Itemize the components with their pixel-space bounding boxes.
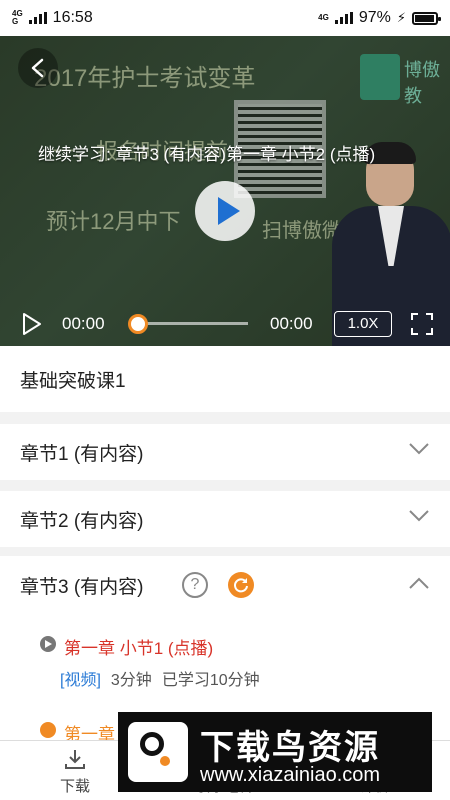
chapter-label: 章节1 (有内容) [20, 443, 144, 465]
chevron-down-icon [409, 443, 429, 455]
playback-speed-button[interactable]: 1.0X [334, 311, 392, 337]
seek-thumb[interactable] [128, 314, 148, 334]
chapter-row-2[interactable]: 章节2 (有内容) [0, 491, 450, 547]
back-button[interactable] [18, 48, 58, 88]
fullscreen-icon[interactable] [410, 312, 434, 336]
tab-download[interactable]: 下载 [30, 747, 120, 796]
chapter-row-1[interactable]: 章节1 (有内容) [0, 424, 450, 480]
refresh-icon[interactable] [228, 572, 254, 598]
battery-icon [412, 11, 441, 25]
lesson-studied: 已学习10分钟 [161, 672, 260, 689]
network-label-bottom: G [12, 17, 19, 26]
player-controls: 00:00 00:00 1.0X [0, 302, 450, 346]
signal-icon-2 [334, 12, 353, 24]
course-title: 基础突破课1 [0, 346, 450, 412]
status-left: 4G G 16:58 [12, 9, 93, 27]
lesson-duration: 3分钟 [110, 672, 152, 689]
chapter-label: 章节3 (有内容) [20, 577, 144, 598]
play-icon [218, 197, 240, 225]
watermark-url: www.xiazainiao.com [200, 764, 381, 786]
status-bar: 4G G 16:58 4G 97% ⚡ [0, 0, 450, 36]
course-title-text: 基础突破课1 [20, 370, 126, 392]
clock: 16:58 [52, 9, 93, 26]
network-label-right: 4G [318, 13, 329, 22]
lesson-title: 第一章 小节1 (点播) [64, 639, 214, 658]
continue-learning-text[interactable]: 继续学习: 章节3 (有内容)第一章 小节2 (点播) [38, 140, 375, 165]
battery-percent: 97% [358, 9, 391, 26]
play-circle-icon [40, 722, 56, 738]
help-icon[interactable]: ? [182, 572, 208, 598]
tab-label: 下载 [59, 778, 90, 795]
lesson-type-tag: [视频] [60, 672, 101, 689]
board-text-1: 2017年护士考试变革 [34, 65, 256, 92]
watermark-title: 下载鸟资源 [200, 729, 380, 767]
chevron-up-icon [409, 577, 429, 589]
play-circle-icon [40, 636, 56, 652]
play-pause-icon[interactable] [22, 312, 42, 336]
video-player[interactable]: 2017年护士考试变革 一、报名时间提前 预计12月中下 扫博傲微 博傲教 继续… [0, 36, 450, 346]
download-icon [65, 750, 85, 769]
charging-icon: ⚡ [396, 10, 406, 25]
network-indicator: 4G G [12, 10, 23, 26]
lesson-meta: [视频] 3分钟 已学习10分钟 [60, 666, 270, 690]
chapter-label: 章节2 (有内容) [20, 510, 144, 532]
board-text-4: 扫博傲微 [262, 220, 342, 242]
chevron-down-icon [409, 510, 429, 522]
brand-logo-text: 博傲教 [404, 60, 440, 106]
play-button-large[interactable] [195, 181, 255, 241]
current-time: 00:00 [62, 314, 105, 333]
status-right: 4G 97% ⚡ [318, 9, 441, 27]
seek-bar[interactable] [134, 322, 248, 325]
total-time: 00:00 [270, 314, 313, 333]
watermark-overlay: 下载鸟资源 www.xiazainiao.com [118, 712, 432, 792]
back-arrow-icon [31, 58, 44, 78]
brand-logo [360, 54, 400, 100]
bird-logo-icon [128, 722, 188, 782]
signal-icon [28, 12, 47, 24]
board-text-3: 预计12月中下 [46, 209, 181, 234]
